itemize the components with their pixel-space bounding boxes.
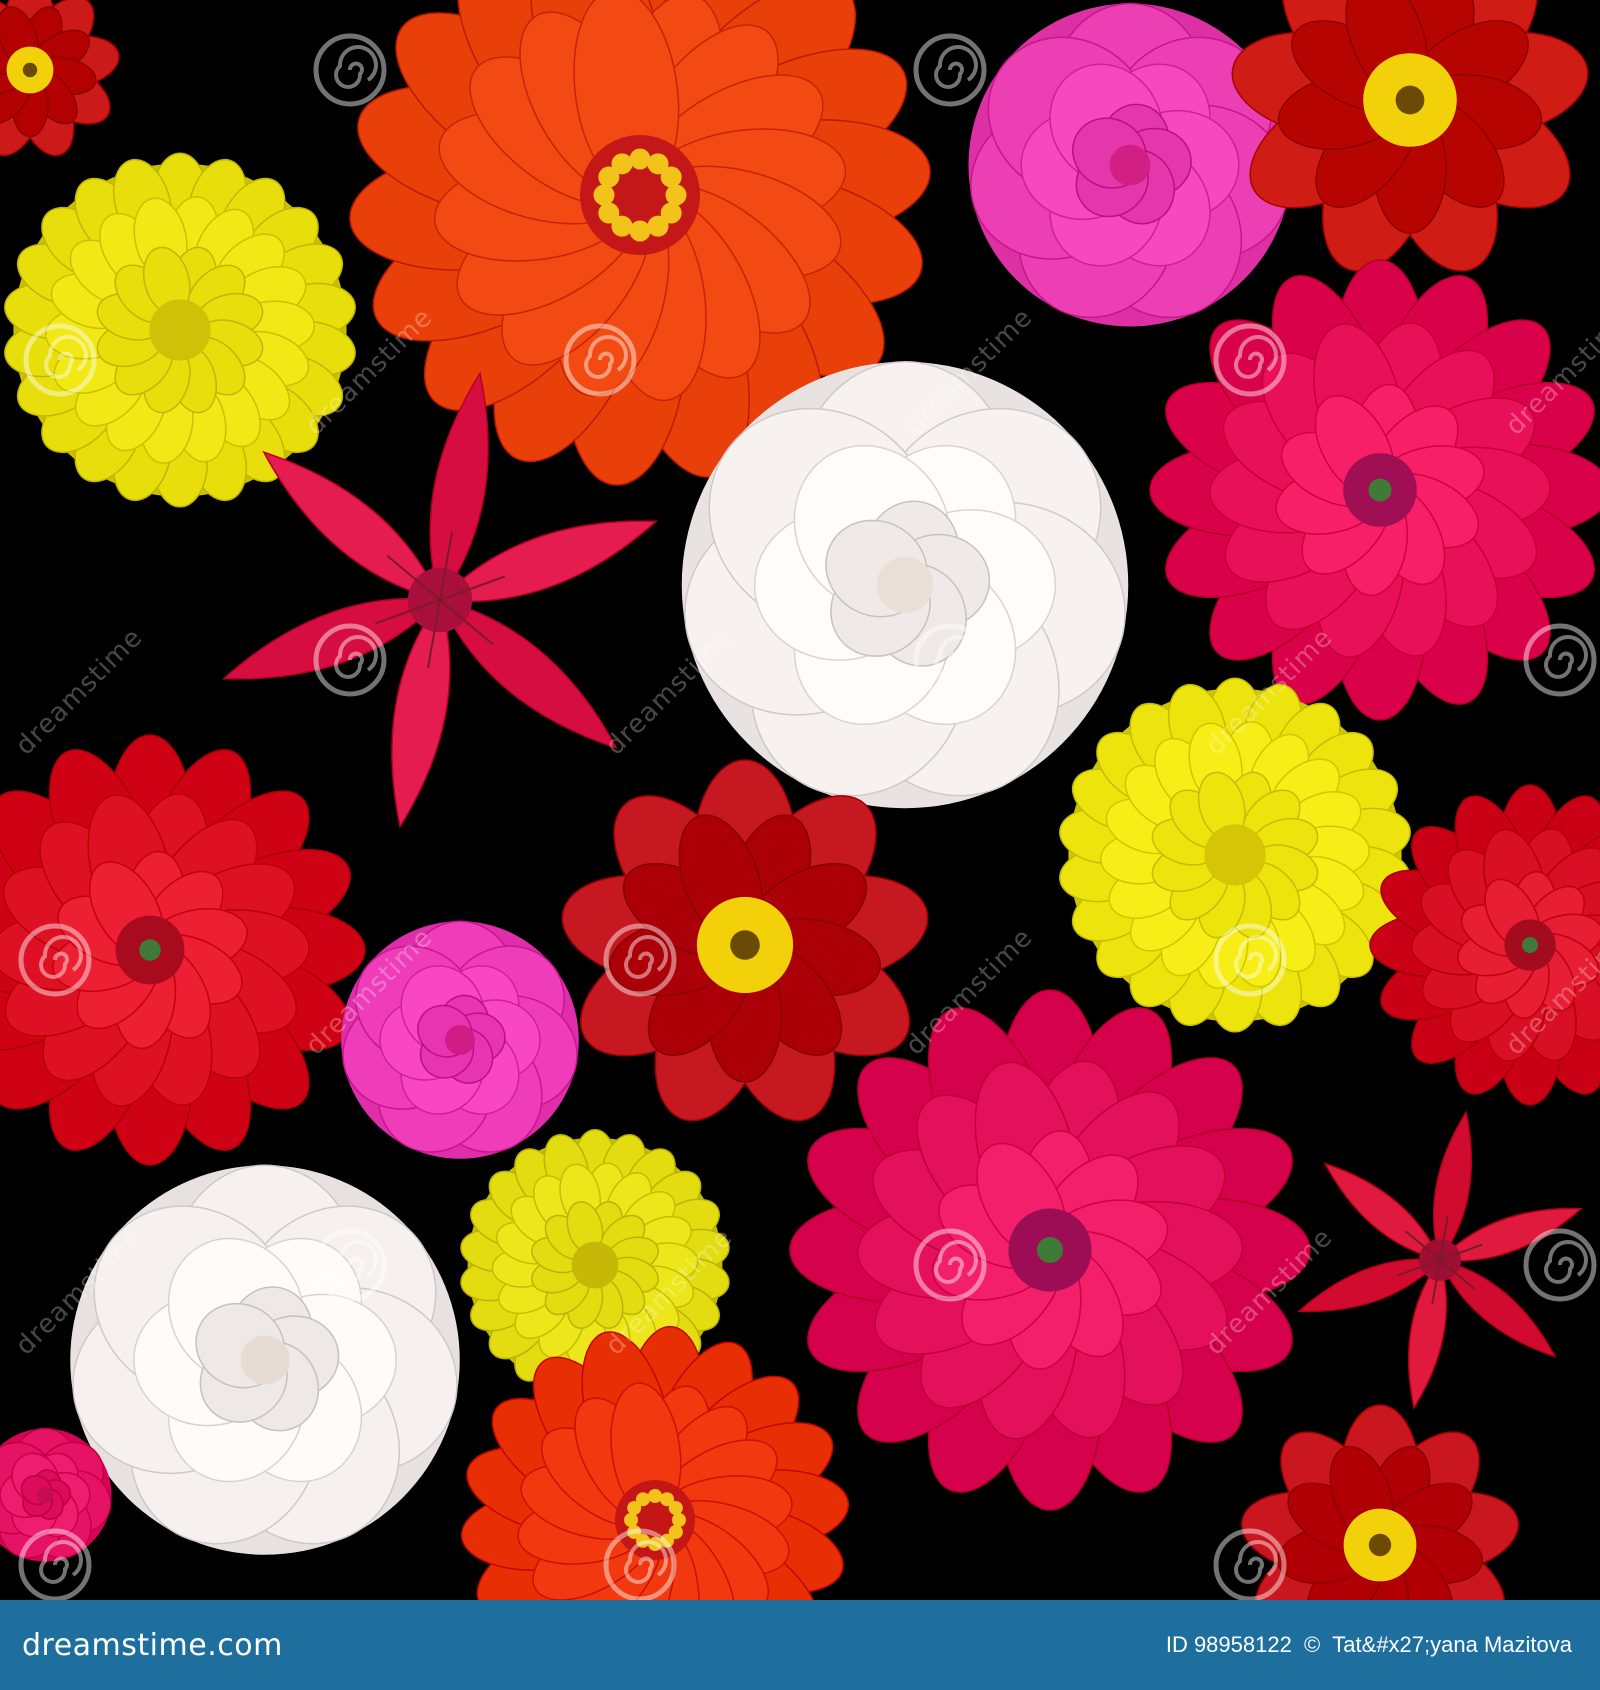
flower-marigold: [1231, 0, 1589, 272]
watermark-spiral-icon: [313, 33, 387, 107]
footer-credit: ID 98958122 © Tat&#x27;yana Mazitova: [1160, 1632, 1572, 1658]
flower-marigold: [1241, 1404, 1519, 1600]
flower-dahlia: [0, 734, 366, 1166]
flower-dahlia: [1149, 259, 1600, 721]
dreamstime-logo: dreamstime.com: [22, 1627, 283, 1663]
flower-lily: [1297, 1110, 1583, 1410]
copyright-icon: ©: [1303, 1632, 1321, 1657]
flowers-svg: [0, 0, 1600, 1600]
watermark-spiral-icon: [913, 33, 987, 107]
flower-rose: [341, 920, 579, 1159]
flower-rose: [70, 1164, 460, 1555]
flower-marigold: [0, 0, 120, 157]
footer-bar: dreamstime.com ID 98958122 © Tat&#x27;ya…: [0, 1600, 1600, 1690]
image-id: ID 98958122: [1165, 1632, 1292, 1657]
flower-dahlia: [789, 989, 1311, 1511]
footer-brand: dreamstime.com: [22, 1628, 283, 1663]
author-name: Tat&#x27;yana Mazitova: [1332, 1632, 1572, 1657]
watermark-spiral-icon: [1523, 623, 1597, 697]
watermark-spiral-icon: [1523, 1228, 1597, 1302]
flower-pattern-image: dreamstime dreamstime dreamstime dreamstime…: [0, 0, 1600, 1600]
flower-marigold-yellow: [4, 152, 356, 508]
flower-marigold-yellow: [1059, 677, 1411, 1033]
